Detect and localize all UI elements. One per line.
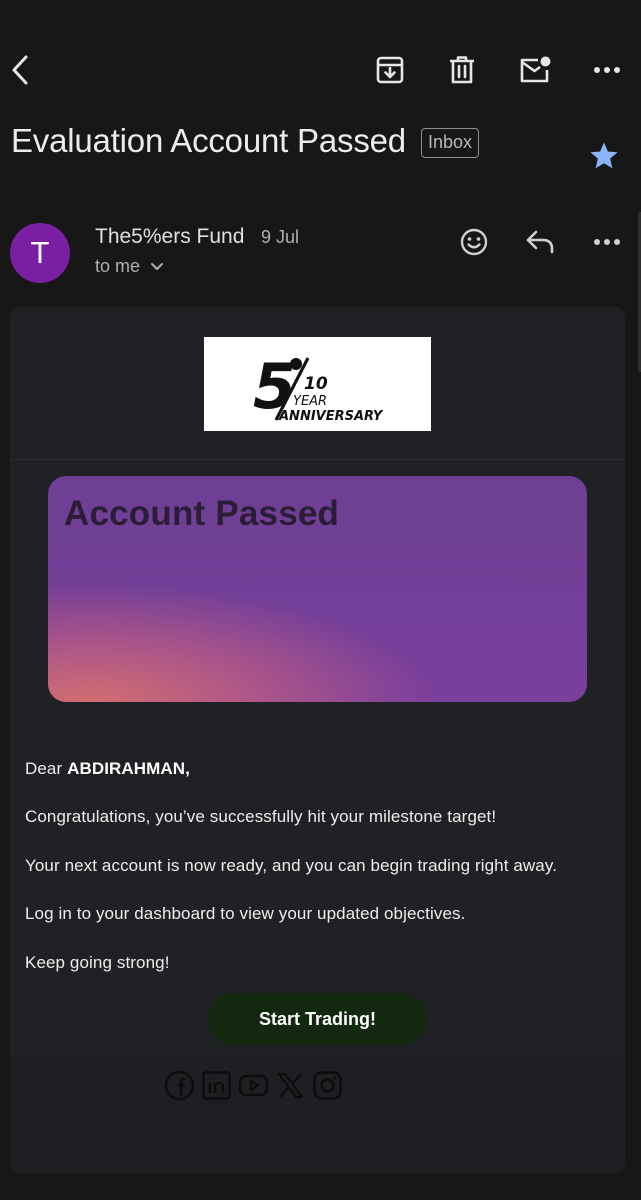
reply-icon (526, 230, 554, 254)
x-icon[interactable] (275, 1070, 306, 1101)
logo-line2: ANNIVERSARY (278, 409, 384, 424)
linkedin-icon[interactable] (201, 1070, 232, 1101)
social-links (164, 1070, 343, 1101)
mark-unread-icon (520, 56, 551, 83)
recipient-details-toggle[interactable]: to me (95, 256, 164, 277)
logo-line1: YEAR (293, 394, 327, 409)
youtube-icon[interactable] (238, 1070, 269, 1101)
body-paragraph: Congratulations, you’ve successfully hit… (25, 807, 497, 826)
more-options-button[interactable] (585, 48, 629, 92)
delete-button[interactable] (440, 48, 484, 92)
more-dots-icon (594, 239, 620, 245)
body-paragraph: Keep going strong! (25, 953, 170, 972)
logo-years: 10 (304, 374, 328, 394)
greeting-text: Dear ABDIRAHMAN, (25, 759, 190, 779)
facebook-icon[interactable] (164, 1070, 195, 1101)
emoji-icon (460, 228, 488, 256)
back-button[interactable] (0, 48, 40, 92)
inbox-label-chip[interactable]: Inbox (421, 128, 480, 158)
message-date: 9 Jul (261, 227, 300, 247)
instagram-icon[interactable] (312, 1070, 343, 1101)
anniversary-logo: 5 10 YEAR ANNIVERSARY (204, 337, 431, 431)
sender-name[interactable]: The5%ers Fund (95, 225, 244, 249)
hero-title: Account Passed (64, 494, 340, 533)
body-paragraph: Log in to your dashboard to view your up… (25, 904, 466, 923)
archive-icon (376, 56, 404, 84)
back-arrow-icon (12, 55, 28, 85)
add-reaction-button[interactable] (454, 222, 494, 262)
body-paragraph: Your next account is now ready, and you … (25, 856, 558, 875)
the5ers-logo-image: 5 10 YEAR ANNIVERSARY (253, 350, 384, 424)
email-body: 5 10 YEAR ANNIVERSARY Account Passed Dea… (10, 307, 625, 1173)
subject-title: Evaluation Account Passed (11, 122, 406, 159)
reply-button[interactable] (520, 222, 560, 262)
recipient-text: to me (95, 256, 141, 276)
sender-avatar[interactable]: T (10, 223, 70, 283)
hero-banner: Account Passed (48, 476, 587, 702)
chevron-down-icon (151, 262, 164, 270)
start-trading-button[interactable]: Start Trading! (208, 993, 427, 1045)
star-icon (590, 142, 618, 169)
mark-unread-button[interactable] (512, 48, 558, 92)
star-button[interactable] (583, 136, 625, 176)
trash-icon (450, 56, 474, 84)
logo-header: 5 10 YEAR ANNIVERSARY (10, 307, 625, 460)
message-more-button[interactable] (586, 222, 628, 262)
greeting-prefix: Dear (25, 759, 68, 778)
greeting-name: ABDIRAHMAN, (67, 759, 191, 778)
more-dots-icon (594, 67, 620, 73)
archive-button[interactable] (368, 48, 412, 92)
